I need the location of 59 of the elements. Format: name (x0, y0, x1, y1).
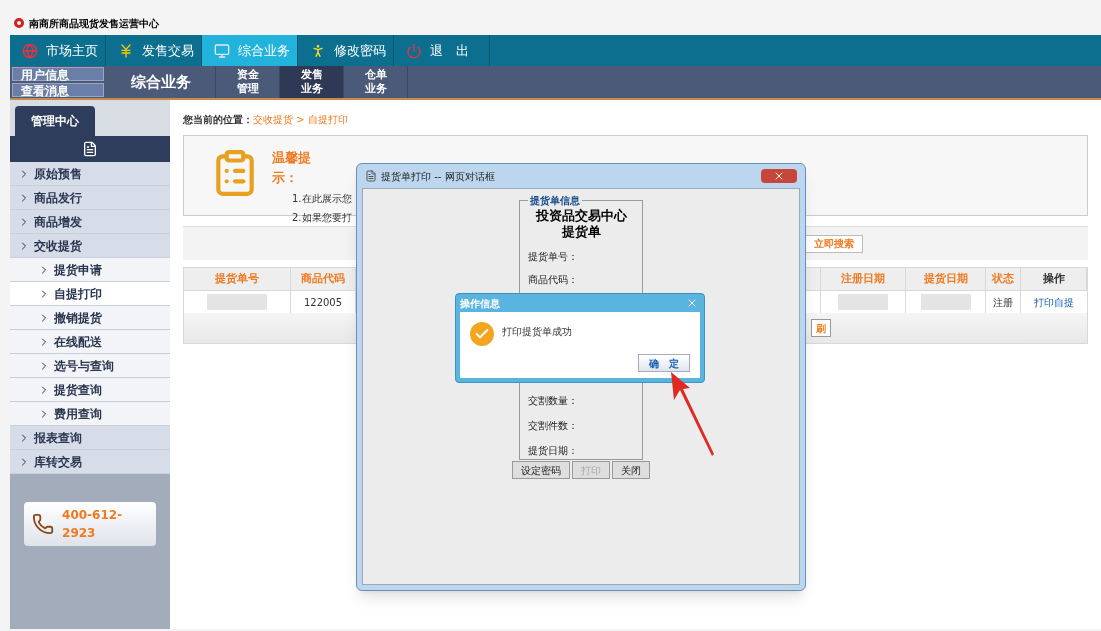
monitor-icon (214, 42, 230, 59)
column-header: 注册日期 (821, 268, 906, 290)
field-label: 商品代码： (528, 273, 578, 286)
form-subheading: 提货单 (560, 224, 602, 240)
field-label: 提货单号： (528, 250, 578, 263)
alert-message: 打印提货单成功 (502, 325, 572, 339)
sidebar-item[interactable]: 费用查询 (10, 402, 170, 426)
yen-icon (118, 42, 134, 59)
sidebar-tab[interactable]: 管理中心 (15, 106, 95, 136)
blurred-cell (838, 294, 888, 310)
sidebar-item[interactable]: 报表查询 (10, 426, 170, 450)
tip-title: 温馨提示： (272, 149, 312, 187)
sidebar-item[interactable]: 在线配送 (10, 330, 170, 354)
power-icon (406, 42, 422, 59)
column-header: 提货日期 (906, 268, 986, 290)
field-label: 交割件数： (528, 419, 578, 432)
user-link[interactable]: 用户信息 (12, 67, 104, 81)
confirm-button[interactable]: 确 定 (638, 354, 690, 372)
column-header: 提货单号 (184, 268, 291, 290)
panel-legend: 提货单信息 (528, 193, 582, 208)
sidebar-item[interactable]: 交收提货 (10, 234, 170, 258)
user-link[interactable]: 查看消息 (12, 83, 104, 97)
sidebar-item[interactable]: 提货查询 (10, 378, 170, 402)
success-icon (470, 322, 494, 346)
alert-title: 操作信息 (460, 296, 500, 311)
tip-line: 1.在此展示您 (292, 192, 352, 206)
dialog-title: 提货单打印 -- 网页对话框 (381, 169, 495, 184)
dialog-button[interactable]: 设定密码 (512, 461, 570, 479)
breadcrumb-label: 您当前的位置： (183, 112, 253, 127)
sidebar-item[interactable]: 原始预售 (10, 162, 170, 186)
sub-tab[interactable]: 发售业务 (280, 66, 344, 98)
dialog-button[interactable]: 关闭 (612, 461, 650, 479)
sidebar-item[interactable]: 商品发行 (10, 186, 170, 210)
sidebar-item[interactable]: 库转交易 (10, 450, 170, 474)
logo-icon (14, 18, 24, 28)
column-header: 状态 (986, 268, 1021, 290)
field-label: 交割数量： (528, 394, 578, 407)
globe-icon (22, 42, 38, 59)
field-label: 提货日期： (528, 444, 578, 457)
print-link[interactable]: 打印自提 (1034, 294, 1074, 310)
sidebar-item[interactable]: 撤销提货 (10, 306, 170, 330)
person-icon (310, 42, 326, 59)
sidebar-item[interactable]: 提货申请 (10, 258, 170, 282)
page-icon (365, 170, 377, 182)
document-icon (82, 141, 98, 157)
close-button[interactable] (761, 169, 797, 183)
close-icon (773, 170, 785, 182)
app-title: 南商所商品现货发售运营中心 (29, 16, 159, 31)
phone-icon (32, 512, 55, 536)
sidebar-item[interactable]: 自提打印 (10, 282, 170, 306)
close-icon (686, 297, 698, 309)
sidebar-item[interactable]: 选号与查询 (10, 354, 170, 378)
blurred-cell (920, 294, 971, 310)
blurred-cell (207, 294, 267, 310)
tip-line: 2.如果您要打 (292, 211, 352, 225)
form-heading: 投资品交易中心 (534, 208, 628, 224)
phone-number: 400-612-2923 (62, 507, 124, 542)
column-header: 操作 (1021, 268, 1087, 290)
sidebar-item[interactable]: 商品增发 (10, 210, 170, 234)
